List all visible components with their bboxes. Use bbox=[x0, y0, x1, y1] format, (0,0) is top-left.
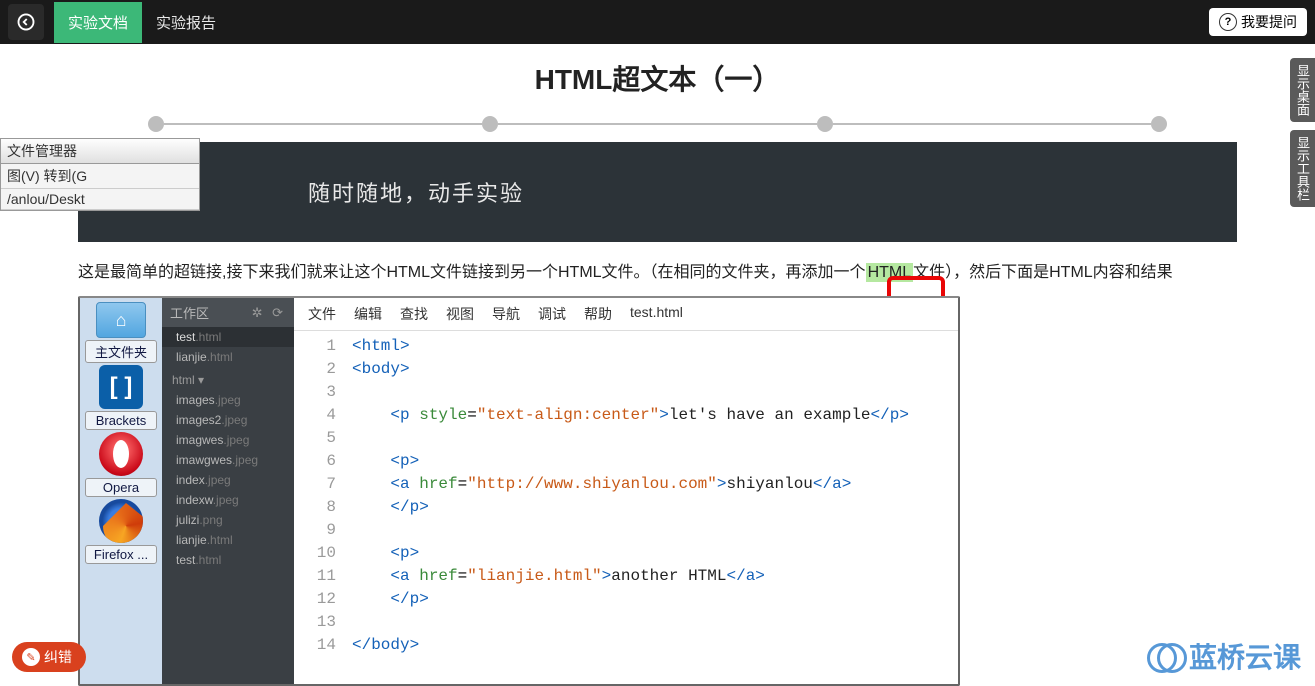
file-manager-path: /anlou/Deskt bbox=[1, 189, 199, 210]
banner-slogan: 随时随地，动手实验 bbox=[308, 176, 524, 208]
page-title: HTML超文本（一） bbox=[78, 58, 1237, 98]
menu-item[interactable]: 视图 bbox=[446, 304, 474, 324]
tree-group[interactable]: html ▾ bbox=[162, 367, 294, 390]
dock-label: 主文件夹 bbox=[85, 340, 157, 363]
tree-file[interactable]: index.jpeg bbox=[162, 470, 294, 490]
tree-file[interactable]: imagwes.jpeg bbox=[162, 430, 294, 450]
dock-label: Brackets bbox=[85, 411, 157, 430]
menu-item[interactable]: 文件 bbox=[308, 304, 336, 324]
description-text: 这是最简单的超链接,接下来我们就来让这个HTML文件链接到另一个HTML文件。（… bbox=[78, 258, 1237, 282]
brand-watermark: 蓝桥云课 bbox=[1147, 636, 1301, 676]
tree-header: 工作区 ✲ ⟳ bbox=[162, 298, 294, 327]
open-file-label: test.html bbox=[630, 304, 683, 324]
dock-firefox[interactable]: Firefox ... bbox=[84, 499, 158, 564]
dock-brackets[interactable]: [ ] Brackets bbox=[84, 365, 158, 430]
tree-file[interactable]: lianjie.html bbox=[162, 530, 294, 550]
editor-menu-bar: 文件编辑查找视图导航调试帮助 test.html bbox=[294, 298, 958, 331]
ask-question-button[interactable]: 我要提问 bbox=[1209, 8, 1307, 36]
tree-file[interactable]: images.jpeg bbox=[162, 390, 294, 410]
tree-file[interactable]: test.html bbox=[162, 327, 294, 347]
file-manager-title: 文件管理器 bbox=[1, 139, 199, 164]
menu-item[interactable]: 编辑 bbox=[354, 304, 382, 324]
tree-file[interactable]: lianjie.html bbox=[162, 347, 294, 367]
dock-label: Firefox ... bbox=[85, 545, 157, 564]
menu-item[interactable]: 导航 bbox=[492, 304, 520, 324]
tree-file[interactable]: indexw.jpeg bbox=[162, 490, 294, 510]
tab-experiment-doc[interactable]: 实验文档 bbox=[54, 2, 142, 43]
brackets-icon: [ ] bbox=[99, 365, 143, 409]
report-error-button[interactable]: 纠错 bbox=[12, 642, 86, 672]
file-manager-row: 图(V) 转到(G bbox=[1, 164, 199, 189]
file-tree: 工作区 ✲ ⟳ test.htmllianjie.html html ▾ ima… bbox=[162, 298, 294, 684]
line-gutter: 1234567891011121314 bbox=[294, 331, 346, 684]
editor-screenshot: 主文件夹 [ ] Brackets Opera Firefox ... 工作区 … bbox=[78, 296, 960, 686]
desktop-dock: 主文件夹 [ ] Brackets Opera Firefox ... bbox=[80, 298, 162, 684]
code-pane: 文件编辑查找视图导航调试帮助 test.html 1234567891011121… bbox=[294, 298, 958, 684]
tree-file[interactable]: images2.jpeg bbox=[162, 410, 294, 430]
file-manager-preview: 文件管理器 图(V) 转到(G /anlou/Deskt bbox=[0, 138, 200, 211]
menu-item[interactable]: 查找 bbox=[400, 304, 428, 324]
firefox-icon bbox=[99, 499, 143, 543]
opera-icon bbox=[99, 432, 143, 476]
back-button[interactable] bbox=[8, 4, 44, 40]
brand-logo-icon bbox=[1147, 643, 1183, 669]
menu-item[interactable]: 帮助 bbox=[584, 304, 612, 324]
dock-opera[interactable]: Opera bbox=[84, 432, 158, 497]
tree-file[interactable]: imawgwes.jpeg bbox=[162, 450, 294, 470]
tree-actions[interactable]: ✲ ⟳ bbox=[252, 305, 286, 321]
tree-file[interactable]: julizi.png bbox=[162, 510, 294, 530]
top-bar: 实验文档 实验报告 我要提问 bbox=[0, 0, 1315, 44]
folder-icon bbox=[96, 302, 146, 338]
progress-indicator bbox=[148, 116, 1167, 132]
dock-label: Opera bbox=[85, 478, 157, 497]
tree-file[interactable]: test.html bbox=[162, 550, 294, 570]
menu-item[interactable]: 调试 bbox=[538, 304, 566, 324]
tab-experiment-report[interactable]: 实验报告 bbox=[142, 2, 230, 43]
code-content[interactable]: <html><body> <p style="text-align:center… bbox=[346, 331, 958, 684]
dock-home-folder[interactable]: 主文件夹 bbox=[84, 302, 158, 363]
banner: 文件管理器 图(V) 转到(G /anlou/Deskt 随时随地，动手实验 bbox=[78, 142, 1237, 242]
